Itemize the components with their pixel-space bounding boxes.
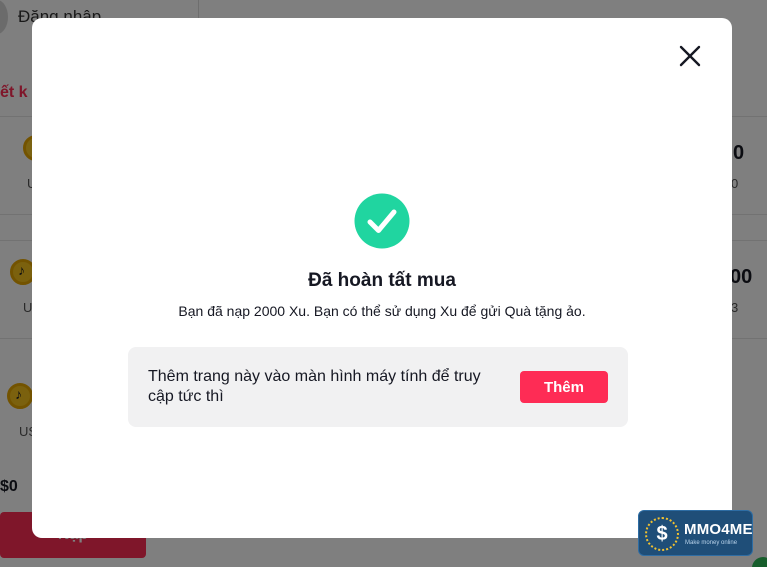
- watermark-subtitle: Make money online: [685, 540, 738, 546]
- purchase-complete-dialog: Đã hoàn tất mua Bạn đã nạp 2000 Xu. Bạn …: [32, 18, 732, 538]
- close-icon: [679, 45, 701, 67]
- add-shortcut-banner: Thêm trang này vào màn hình máy tính để …: [128, 347, 628, 427]
- dollar-icon: $: [645, 517, 679, 551]
- check-circle-icon: [354, 193, 410, 249]
- add-shortcut-button[interactable]: Thêm: [520, 371, 608, 403]
- shortcut-message: Thêm trang này vào màn hình máy tính để …: [148, 368, 481, 405]
- watermark-title: MMO4ME: [684, 521, 753, 538]
- close-button[interactable]: [675, 41, 705, 71]
- watermark-logo: $ MMO4ME Make money online: [638, 510, 753, 556]
- dialog-title: Đã hoàn tất mua: [308, 270, 456, 291]
- dialog-description: Bạn đã nạp 2000 Xu. Bạn có thể sử dụng X…: [178, 303, 586, 319]
